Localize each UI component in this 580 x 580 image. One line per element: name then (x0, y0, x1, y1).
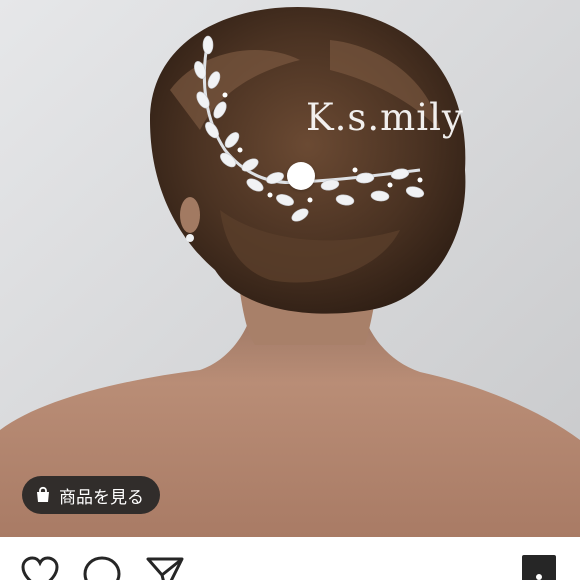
paper-plane-icon (146, 557, 184, 580)
comment-icon (83, 556, 121, 580)
shopping-bag-icon (34, 486, 52, 504)
heart-icon (21, 556, 59, 580)
comment-button[interactable] (82, 555, 122, 580)
post-photo[interactable]: K.s.mily 商品を見る (0, 0, 580, 537)
post-action-bar (0, 537, 580, 580)
like-button[interactable] (20, 555, 60, 580)
save-button[interactable] (522, 555, 556, 580)
product-tag-dot[interactable] (287, 162, 315, 190)
bridal-hair-photo (0, 0, 580, 537)
instagram-post: K.s.mily 商品を見る (0, 0, 580, 580)
view-products-label: 商品を見る (59, 487, 144, 508)
view-products-button[interactable]: 商品を見る (22, 476, 160, 514)
share-button[interactable] (145, 555, 185, 580)
bookmark-icon (536, 574, 542, 580)
watermark-text: K.s.mily (306, 96, 464, 139)
